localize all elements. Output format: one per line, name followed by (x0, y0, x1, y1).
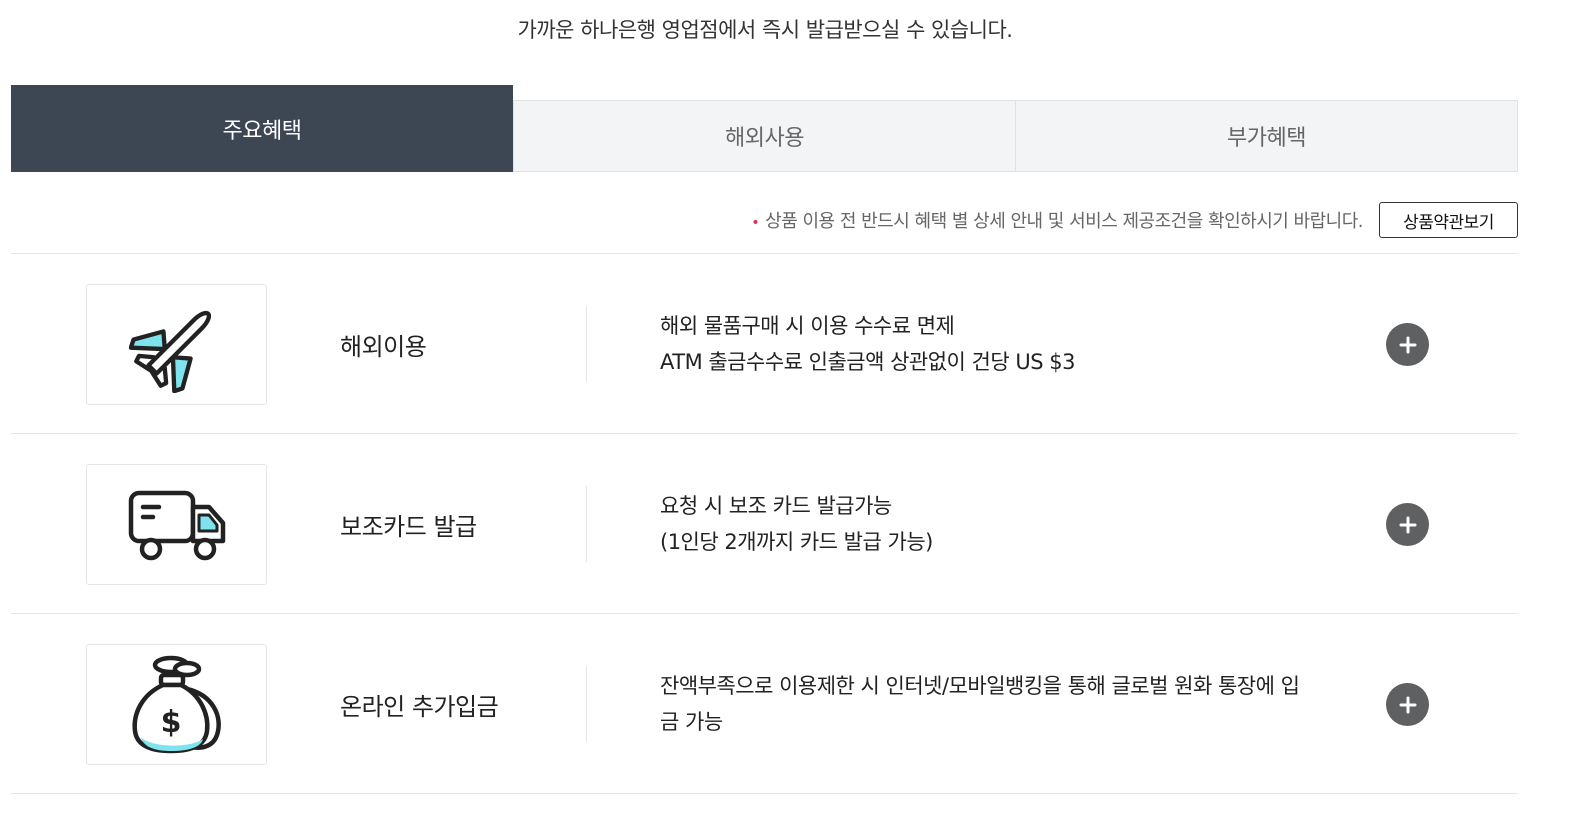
benefit-desc-line: ATM 출금수수료 인출금액 상관없이 건당 US $3 (660, 350, 1075, 374)
benefit-row-online-deposit: $ 온라인 추가입금 잔액부족으로 이용제한 시 인터넷/모바일뱅킹을 통해 글… (11, 614, 1518, 794)
benefit-title: 보조카드 발급 (340, 512, 477, 541)
money-bag-icon: $ (131, 655, 221, 753)
airplane-icon (128, 310, 211, 393)
row-divider (586, 486, 587, 562)
plus-icon (1399, 336, 1416, 353)
benefit-title: 해외이용 (340, 332, 427, 361)
tab-extra-benefits[interactable]: 부가혜택 (1015, 100, 1518, 172)
benefit-row-supplementary-card: 보조카드 발급 요청 시 보조 카드 발급가능 (1인당 2개까지 카드 발급 … (11, 434, 1518, 614)
intro-text: 가까운 하나은행 영업점에서 즉시 발급받으실 수 있습니다. (517, 18, 1013, 42)
delivery-truck-icon (128, 490, 225, 560)
notice-bullet: • (751, 215, 760, 231)
plus-icon (1399, 696, 1416, 713)
tab-main-benefits[interactable]: 주요혜택 (11, 85, 513, 172)
benefit-icon-box (86, 464, 267, 585)
benefit-desc-line: 잔액부족으로 이용제한 시 인터넷/모바일뱅킹을 통해 글로벌 원화 통장에 입 (660, 674, 1300, 698)
svg-text:$: $ (160, 705, 181, 740)
benefit-description: 해외 물품구매 시 이용 수수료 면제 ATM 출금수수료 인출금액 상관없이 … (660, 254, 1360, 434)
benefit-list: 해외이용 해외 물품구매 시 이용 수수료 면제 ATM 출금수수료 인출금액 … (11, 253, 1518, 794)
notice-message: 상품 이용 전 반드시 혜택 별 상세 안내 및 서비스 제공조건을 확인하시기… (765, 211, 1363, 232)
benefit-description: 잔액부족으로 이용제한 시 인터넷/모바일뱅킹을 통해 글로벌 원화 통장에 입… (660, 614, 1360, 794)
benefit-tabs: 주요혜택 해외사용 부가혜택 (11, 85, 1518, 172)
tab-overseas-use[interactable]: 해외사용 (513, 100, 1016, 172)
benefit-icon-box: $ (86, 644, 267, 765)
benefit-desc-line: (1인당 2개까지 카드 발급 가능) (660, 530, 933, 554)
expand-plus-button[interactable] (1386, 323, 1429, 366)
view-terms-button[interactable]: 상품약관보기 (1379, 202, 1518, 238)
row-divider (586, 666, 587, 742)
benefit-row-overseas: 해외이용 해외 물품구매 시 이용 수수료 면제 ATM 출금수수료 인출금액 … (11, 254, 1518, 434)
expand-plus-button[interactable] (1386, 683, 1429, 726)
expand-plus-button[interactable] (1386, 503, 1429, 546)
benefit-icon-box (86, 284, 267, 405)
notice-text: • 상품 이용 전 반드시 혜택 별 상세 안내 및 서비스 제공조건을 확인하시… (751, 207, 1363, 233)
row-divider (586, 306, 587, 382)
benefit-description: 요청 시 보조 카드 발급가능 (1인당 2개까지 카드 발급 가능) (660, 434, 1360, 614)
benefit-desc-line: 해외 물품구매 시 이용 수수료 면제 (660, 314, 955, 338)
benefit-title: 온라인 추가입금 (340, 692, 499, 721)
benefit-desc-line: 금 가능 (660, 710, 723, 734)
benefit-desc-line: 요청 시 보조 카드 발급가능 (660, 494, 892, 518)
plus-icon (1399, 516, 1416, 533)
notice-bar: • 상품 이용 전 반드시 혜택 별 상세 안내 및 서비스 제공조건을 확인하시… (751, 202, 1518, 238)
